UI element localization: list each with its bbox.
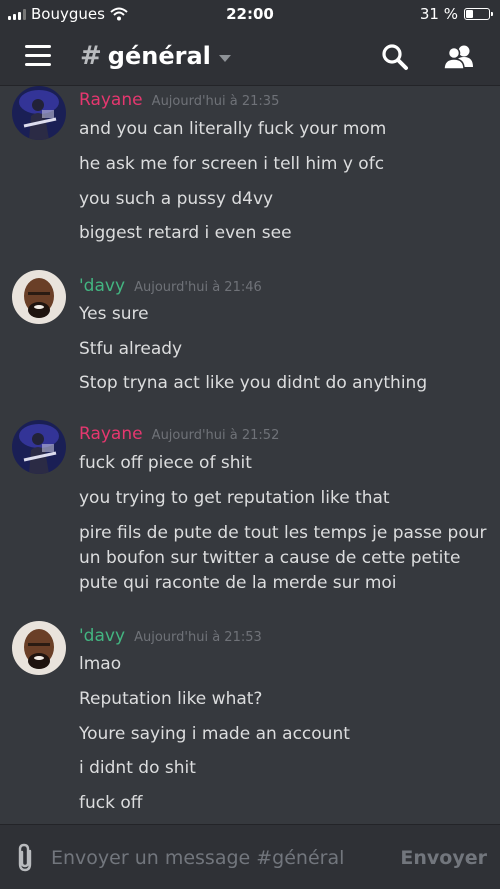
message-text: he ask me for screen i tell him y ofc [79, 154, 385, 174]
message-text: and you can literally fuck your mom [79, 119, 387, 139]
search-icon[interactable] [380, 42, 410, 72]
message-text: fuck off [79, 793, 143, 813]
message-text: Reputation like what? [79, 689, 263, 709]
timestamp: Aujourd'hui à 21:35 [151, 94, 280, 109]
battery-icon [464, 8, 493, 20]
message-text: biggest retard i even see [79, 223, 292, 243]
paperclip-icon[interactable] [14, 843, 38, 873]
author-name[interactable]: Rayane [79, 90, 143, 110]
message-composer: Envoyer un message #général Envoyer [0, 824, 500, 889]
send-button[interactable]: Envoyer [400, 847, 487, 869]
avatar[interactable] [12, 270, 66, 324]
avatar[interactable] [12, 420, 66, 474]
message-text: Stop tryna act like you didnt do anythin… [79, 373, 428, 393]
timestamp: Aujourd'hui à 21:53 [134, 630, 262, 645]
avatar[interactable] [12, 86, 66, 140]
chevron-down-icon [218, 54, 231, 62]
message-input[interactable]: Envoyer un message #général [51, 847, 344, 869]
channel-header: # général [0, 28, 500, 86]
message-text: un boufon sur twitter a cause de cette p… [79, 548, 461, 568]
menu-icon[interactable] [25, 45, 51, 67]
author-name[interactable]: Rayane [79, 424, 143, 444]
message-text: i didnt do shit [79, 758, 196, 778]
message-text: Stfu already [79, 339, 183, 359]
timestamp: Aujourd'hui à 21:46 [134, 280, 262, 295]
message-text: Yes sure [79, 304, 149, 324]
members-icon[interactable] [443, 42, 475, 72]
message-text: pire fils de pute de tout les temps je p… [79, 523, 487, 543]
hash-icon: # [80, 41, 102, 71]
message-text: Youre saying i made an account [79, 724, 350, 744]
message-text: you such a pussy d4vy [79, 189, 274, 209]
author-name[interactable]: 'davy [79, 626, 125, 646]
battery-percent: 31 % [419, 5, 458, 23]
message-text: pute qui raconte de la merde sur moi [79, 573, 397, 593]
message-text: you trying to get reputation like that [79, 488, 390, 508]
channel-title[interactable]: # général [80, 41, 231, 71]
message-list[interactable]: Rayane Aujourd'hui à 21:35 and you can l… [0, 86, 500, 824]
timestamp: Aujourd'hui à 21:52 [151, 428, 280, 443]
channel-name: général [107, 42, 211, 70]
avatar[interactable] [12, 621, 66, 675]
status-bar: Bouygues 22:00 31 % [0, 0, 500, 28]
message-text: lmao [79, 654, 122, 674]
author-name[interactable]: 'davy [79, 276, 125, 296]
message-text: fuck off piece of shit [79, 453, 252, 473]
battery-section: 31 % [419, 5, 493, 23]
